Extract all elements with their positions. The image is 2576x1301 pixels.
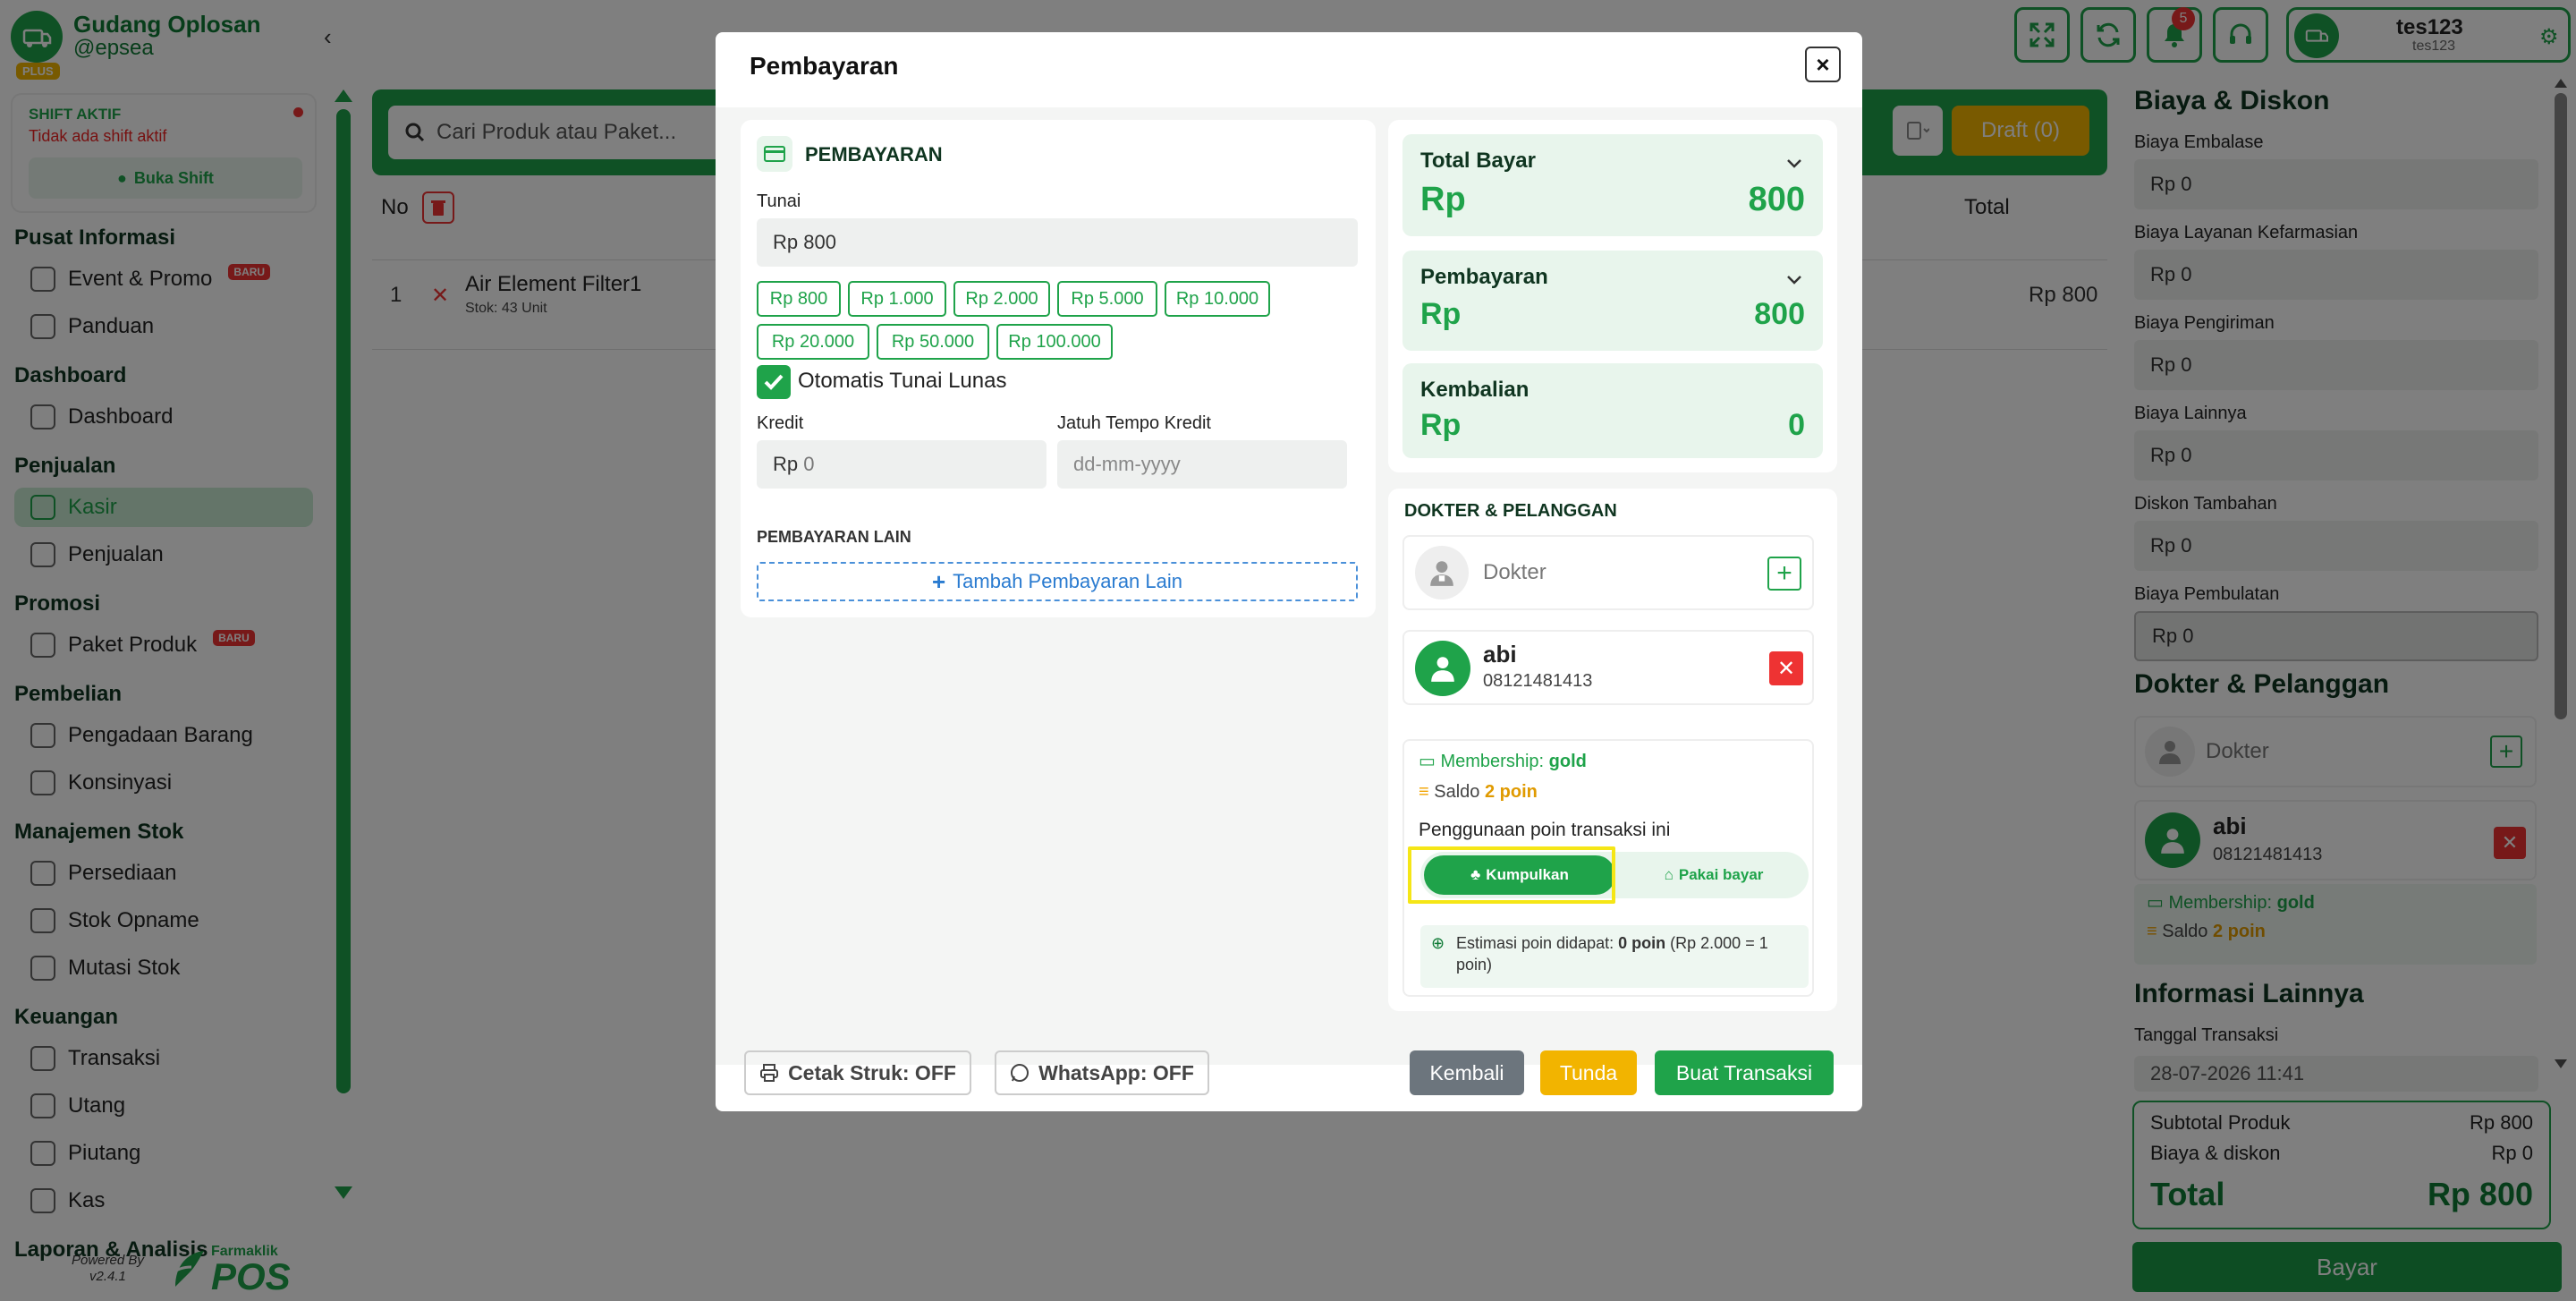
dokter-select[interactable]: Dokter + xyxy=(1402,535,1814,610)
whatsapp-toggle[interactable]: WhatsApp: OFF xyxy=(995,1050,1209,1095)
tunda-button[interactable]: Tunda xyxy=(1540,1050,1637,1095)
customer-avatar-icon xyxy=(1415,641,1470,696)
quick-amount-chip[interactable]: Rp 800 xyxy=(757,281,841,317)
pembayaran-value: 800 xyxy=(1754,297,1805,331)
tag-icon: ⌂ xyxy=(1664,866,1674,883)
add-other-payment-button[interactable]: + Tambah Pembayaran Lain xyxy=(757,562,1358,601)
payment-summary-card: Total Bayar Rp 800 Pembayaran Rp 800 Kem… xyxy=(1388,120,1837,472)
highlight-box xyxy=(1408,846,1615,904)
total-bayar-label: Total Bayar xyxy=(1420,149,1536,173)
pembayaran-currency: Rp xyxy=(1420,297,1462,331)
estimasi-poin: ⊕ Estimasi poin didapat: 0 poin (Rp 2.00… xyxy=(1420,925,1809,988)
tunai-label: Tunai xyxy=(757,191,801,211)
dokter-pelanggan-card: DOKTER & PELANGGAN Dokter + abi 08121481… xyxy=(1388,489,1837,1011)
id-card-icon: ▭ xyxy=(1419,752,1436,771)
quick-amount-chip[interactable]: Rp 100.000 xyxy=(996,324,1113,360)
membership-label: Membership: xyxy=(1440,752,1545,771)
quick-amount-chip[interactable]: Rp 1.000 xyxy=(848,281,946,317)
membership-row: ▭ Membership: gold xyxy=(1419,750,1587,772)
buat-transaksi-button[interactable]: Buat Transaksi xyxy=(1655,1050,1834,1095)
pakai-bayar-button[interactable]: ⌂ Pakai bayar xyxy=(1624,855,1803,895)
remove-customer-button[interactable]: ✕ xyxy=(1769,651,1803,685)
kembalian-value: 0 xyxy=(1788,408,1805,442)
kembali-button[interactable]: Kembali xyxy=(1410,1050,1524,1095)
kembalian-label: Kembalian xyxy=(1420,378,1530,402)
quick-amount-chip[interactable]: Rp 2.000 xyxy=(953,281,1050,317)
chevron-down-icon xyxy=(1787,276,1801,285)
jatuh-tempo-label: Jatuh Tempo Kredit xyxy=(1057,413,1211,433)
customer-name: abi xyxy=(1483,641,1517,668)
whatsapp-icon xyxy=(1011,1064,1030,1082)
kredit-input[interactable]: Rp 0 xyxy=(757,440,1046,489)
quick-amount-chip[interactable]: Rp 20.000 xyxy=(757,324,869,360)
poin-usage-label: Penggunaan poin transaksi ini xyxy=(1419,820,1671,840)
pakai-bayar-label: Pakai bayar xyxy=(1678,866,1764,883)
jatuh-tempo-input[interactable]: dd-mm-yyyy xyxy=(1057,440,1347,489)
kembalian-currency: Rp xyxy=(1420,408,1462,442)
estimasi-prefix: Estimasi poin didapat: xyxy=(1456,934,1614,952)
quick-amount-chip[interactable]: Rp 10.000 xyxy=(1165,281,1270,317)
whatsapp-label: WhatsApp: OFF xyxy=(1038,1060,1194,1084)
auto-lunas-checkbox[interactable] xyxy=(757,365,791,399)
dokter-placeholder: Dokter xyxy=(1483,560,1546,584)
quick-amount-chip[interactable]: Rp 5.000 xyxy=(1057,281,1157,317)
saldo-label: Saldo xyxy=(1434,782,1480,802)
kredit-prefix: Rp xyxy=(773,453,799,475)
modal-title: Pembayaran xyxy=(750,52,899,80)
close-modal-button[interactable]: × xyxy=(1805,47,1841,82)
tunai-input[interactable]: Rp 800 xyxy=(757,218,1358,267)
coins-icon: ≡ xyxy=(1419,782,1429,802)
add-other-payment-label: Tambah Pembayaran Lain xyxy=(953,570,1182,592)
checkmark-icon xyxy=(764,374,784,390)
total-bayar-box[interactable]: Total Bayar Rp 800 xyxy=(1402,134,1823,236)
saldo-value: 2 poin xyxy=(1484,782,1538,802)
dokter-pelanggan-title: DOKTER & PELANGGAN xyxy=(1404,501,1617,521)
info-circle-icon: ⊕ xyxy=(1431,934,1445,952)
pembayaran-lain-title: PEMBAYARAN LAIN xyxy=(757,528,911,546)
modal-body: PEMBAYARAN Tunai Rp 800 Rp 800 Rp 1.000 Rp… xyxy=(716,107,1862,1065)
kredit-label: Kredit xyxy=(757,413,804,433)
kredit-value: 0 xyxy=(803,453,815,475)
auto-lunas-label: Otomatis Tunai Lunas xyxy=(798,369,1007,393)
payment-card: PEMBAYARAN Tunai Rp 800 Rp 800 Rp 1.000 Rp… xyxy=(741,120,1376,617)
payment-header: PEMBAYARAN xyxy=(805,143,943,166)
printer-icon xyxy=(760,1064,779,1082)
membership-value: gold xyxy=(1548,752,1587,771)
total-bayar-currency: Rp xyxy=(1420,181,1466,218)
payment-modal: Pembayaran × PEMBAYARAN Tunai Rp 800 Rp … xyxy=(716,32,1862,1111)
add-dokter-button[interactable]: + xyxy=(1767,557,1801,591)
cetak-struk-label: Cetak Struk: OFF xyxy=(788,1060,956,1084)
customer-card: abi 08121481413 ✕ xyxy=(1402,630,1814,705)
credit-card-icon xyxy=(757,136,792,172)
estimasi-value: 0 poin xyxy=(1618,934,1666,952)
chevron-down-icon xyxy=(1787,159,1801,168)
total-bayar-value: 800 xyxy=(1748,181,1805,218)
customer-phone: 08121481413 xyxy=(1483,671,1593,691)
cetak-struk-toggle[interactable]: Cetak Struk: OFF xyxy=(744,1050,971,1095)
plus-icon: + xyxy=(931,567,946,595)
pembayaran-label: Pembayaran xyxy=(1420,265,1548,289)
saldo-row: ≡ Saldo 2 poin xyxy=(1419,782,1538,803)
kembalian-box: Kembalian Rp 0 xyxy=(1402,363,1823,458)
pembayaran-box[interactable]: Pembayaran Rp 800 xyxy=(1402,251,1823,351)
membership-box: ▭ Membership: gold ≡ Saldo 2 poin Penggu… xyxy=(1402,739,1814,997)
quick-amount-chip[interactable]: Rp 50.000 xyxy=(877,324,989,360)
doctor-icon xyxy=(1415,546,1469,599)
